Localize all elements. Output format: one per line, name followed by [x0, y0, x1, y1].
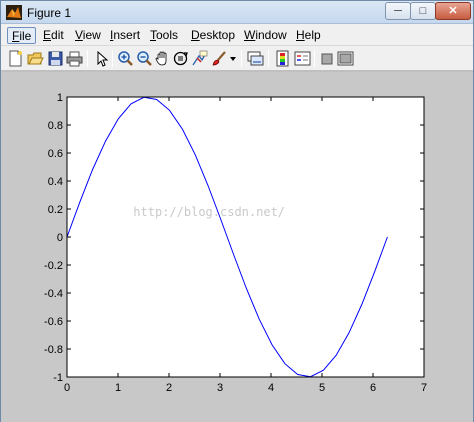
menu-window[interactable]: Window: [240, 27, 291, 44]
y-tick-label: -1: [53, 372, 63, 384]
y-tick-label: -0.2: [44, 260, 63, 272]
menu-tools[interactable]: Tools: [146, 27, 182, 44]
watermark-text: http://blog.csdn.net/: [133, 205, 285, 219]
close-button[interactable]: ✕: [435, 2, 471, 20]
rotate-3d-icon[interactable]: [172, 50, 189, 67]
menu-help[interactable]: Help: [292, 27, 325, 44]
y-tick-label: -0.4: [44, 288, 63, 300]
maximize-button[interactable]: □: [410, 2, 436, 20]
y-tick-label: 0: [57, 232, 63, 244]
menu-file[interactable]: File: [7, 27, 37, 44]
toolbar-separator: [314, 50, 315, 67]
window-title: Figure 1: [27, 6, 72, 20]
toolbar-separator: [112, 50, 113, 67]
minimize-button[interactable]: ─: [385, 2, 411, 20]
y-tick-label: 0.8: [48, 120, 63, 132]
brush-dropdown-icon[interactable]: [229, 50, 237, 67]
y-tick-label: -0.8: [44, 344, 63, 356]
x-tick-label: 5: [319, 382, 325, 394]
toolbar-separator: [268, 50, 269, 67]
open-file-icon[interactable]: [27, 50, 44, 67]
y-tick-label: 0.4: [48, 176, 63, 188]
hide-plot-tools-icon[interactable]: [319, 50, 336, 67]
x-tick-label: 3: [217, 382, 223, 394]
figure-toolbar: [1, 46, 473, 71]
y-tick-label: 1: [57, 92, 63, 104]
title-bar[interactable]: Figure 1 ─ □ ✕: [1, 1, 473, 24]
y-tick-label: 0.2: [48, 204, 63, 216]
insert-legend-icon[interactable]: [294, 50, 311, 67]
menu-bar: File Edit View Insert Tools Desktop Wind…: [1, 24, 473, 46]
insert-colorbar-icon[interactable]: [274, 50, 291, 67]
menu-edit[interactable]: Edit: [39, 27, 68, 44]
pan-icon[interactable]: [154, 50, 171, 67]
toolbar-separator: [241, 50, 242, 67]
x-tick-label: 7: [421, 382, 427, 394]
print-icon[interactable]: [66, 50, 83, 67]
x-tick-label: 0: [64, 382, 70, 394]
menu-view[interactable]: View: [71, 27, 105, 44]
zoom-out-icon[interactable]: [136, 50, 153, 67]
matlab-logo-icon: [6, 5, 22, 20]
show-plot-tools-icon[interactable]: [337, 50, 354, 67]
line-plot[interactable]: 0 1 2 3 4 5 6 7 -1 -0.8 -0.6 -0.4 -0.2 0 0.2 0.4 0.6 0.8…: [0, 71, 472, 421]
y-tick-label: 0.6: [48, 148, 63, 160]
x-tick-label: 2: [166, 382, 172, 394]
menu-desktop[interactable]: Desktop: [187, 27, 239, 44]
x-tick-label: 6: [370, 382, 376, 394]
edit-plot-arrow-icon[interactable]: [93, 50, 110, 67]
new-figure-icon[interactable]: [7, 50, 24, 67]
x-tick-label: 1: [115, 382, 121, 394]
link-plot-icon[interactable]: [247, 50, 264, 67]
axes-background: [67, 97, 424, 377]
data-cursor-icon[interactable]: [191, 50, 208, 67]
save-icon[interactable]: [47, 50, 64, 67]
y-tick-label: -0.6: [44, 316, 63, 328]
zoom-in-icon[interactable]: [117, 50, 134, 67]
toolbar-separator: [87, 50, 88, 67]
x-tick-label: 4: [268, 382, 274, 394]
menu-insert[interactable]: Insert: [106, 27, 144, 44]
brush-icon[interactable]: [211, 50, 228, 67]
